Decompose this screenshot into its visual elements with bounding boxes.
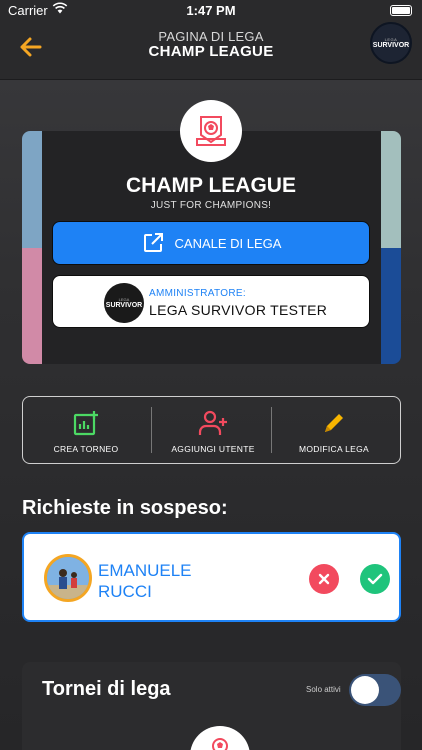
league-channel-label: CANALE DI LEGA [174,235,282,251]
tournaments-title: Tornei di lega [42,678,171,700]
league-channel-button[interactable]: CANALE DI LEGA [52,221,370,265]
admin-label: AMMINISTRATORE: [149,288,246,299]
accept-request-button[interactable] [360,564,390,594]
pending-request-card: EMANUELE RUCCI [22,532,401,622]
admin-name: LEGA SURVIVOR TESTER [149,302,328,318]
user-photo-icon [47,557,89,599]
avatar: LEGA SURVIVOR [104,283,144,323]
edit-league-button[interactable]: MODIFICA LEGA [271,397,397,462]
league-name: CHAMP LEAGUE [126,174,296,197]
nav-bar: PAGINA DI LEGA CHAMP LEAGUE LEGA SURVIVO… [0,22,422,80]
request-user-name[interactable]: EMANUELE RUCCI [98,560,208,602]
logo-text-bottom: SURVIVOR [372,42,410,49]
reject-request-button[interactable] [309,564,339,594]
edit-league-label: MODIFICA LEGA [298,444,370,454]
league-emblem [180,100,242,162]
pending-requests-title: Richieste in sospeso: [22,497,228,519]
ball-icon [212,738,228,750]
request-last-name: RUCCI [98,582,152,601]
request-first-name: EMANUELE [98,561,192,580]
chart-plus-icon [73,411,98,436]
only-active-toggle[interactable] [349,674,401,706]
check-icon [367,573,383,585]
admin-box: LEGA SURVIVOR AMMINISTRATORE: LEGA SURVI… [52,275,370,328]
stripe-left-bottom [22,248,42,364]
only-active-label: Solo attivi [306,685,341,694]
status-bar: Carrier 1:47 PM [0,0,422,22]
add-user-button[interactable]: AGGIUNGI UTENTE [150,397,276,462]
shield-ball-icon [196,116,226,146]
page-subtitle: PAGINA DI LEGA [158,29,264,44]
league-tournaments-panel: Tornei di lega Solo attivi [22,662,401,750]
battery-icon [390,5,412,16]
add-user-label: AGGIUNGI UTENTE [171,444,255,454]
create-tournament-button[interactable]: CREA TORNEO [23,397,149,462]
avatar [44,554,92,602]
toggle-knob [351,676,379,704]
tournament-emblem [190,726,250,750]
league-motto: JUST FOR CHAMPIONS! [150,200,272,211]
app-logo[interactable]: LEGA SURVIVOR [370,22,412,64]
pencil-icon [325,414,343,432]
league-actions: CREA TORNEO AGGIUNGI UTENTE MODIFICA LEG… [22,396,401,464]
admin-logo-bottom: SURVIVOR [105,302,143,309]
external-link-icon [143,233,163,252]
stripe-right-bottom [381,248,401,364]
user-plus-icon [198,410,227,435]
create-tournament-label: CREA TORNEO [53,444,119,454]
clock: 1:47 PM [186,3,236,18]
page-title: CHAMP LEAGUE [148,43,274,60]
close-icon [318,573,330,585]
